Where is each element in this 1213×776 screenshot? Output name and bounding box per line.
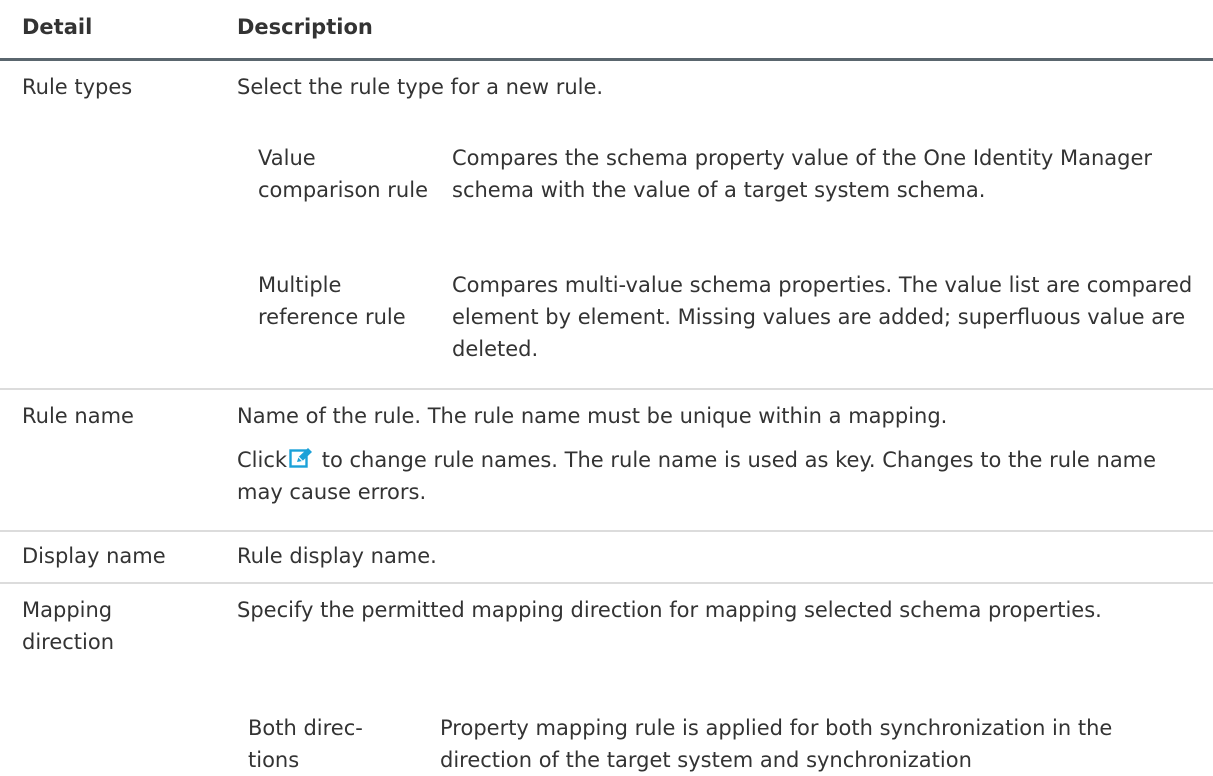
detail-rule-name: Rule name [22,404,134,428]
table-row: Rule name Name of the rule. The rule nam… [0,390,1213,532]
sub-term-multiple-reference: Multiple reference rule [258,273,406,329]
header-detail: Detail [22,15,93,39]
sub-term-both-directions: Both direc- tions [248,716,363,772]
sub-def-both-directions: Property mapping rule is applied for bot… [440,716,1113,772]
description-mapping-direction: Specify the permitted mapping direction … [237,598,1102,622]
detail-mapping-direction: Mapping direction [22,598,115,654]
detail-display-name: Display name [22,544,166,568]
click-text: Click [237,448,288,472]
table-row: Display name Rule display name. [0,532,1213,584]
description-rule-types: Select the rule type for a new rule. [237,75,604,99]
table-row: Mapping direction Specify the permitted … [0,584,1213,774]
edit-icon[interactable] [289,446,313,468]
description-display-name: Rule display name. [237,544,437,568]
table-header: Detail Description [0,0,1213,61]
sub-term-value-comparison: Value comparison rule [258,146,428,202]
sub-def-value-comparison: Compares the schema property value of th… [452,146,1153,202]
description-rule-name-line1: Name of the rule. The rule name must be … [237,404,948,428]
description-rule-name: Name of the rule. The rule name must be … [237,400,1197,508]
header-description: Description [237,15,373,39]
table-row: Rule types Select the rule type for a ne… [0,61,1213,390]
click-rest-text: to change rule names. The rule name is u… [237,448,1157,504]
description-rule-name-line2: Click to change rule names. The rule nam… [237,444,1197,508]
sub-def-multiple-reference: Compares multi-value schema properties. … [452,273,1193,361]
detail-rule-types: Rule types [22,75,133,99]
